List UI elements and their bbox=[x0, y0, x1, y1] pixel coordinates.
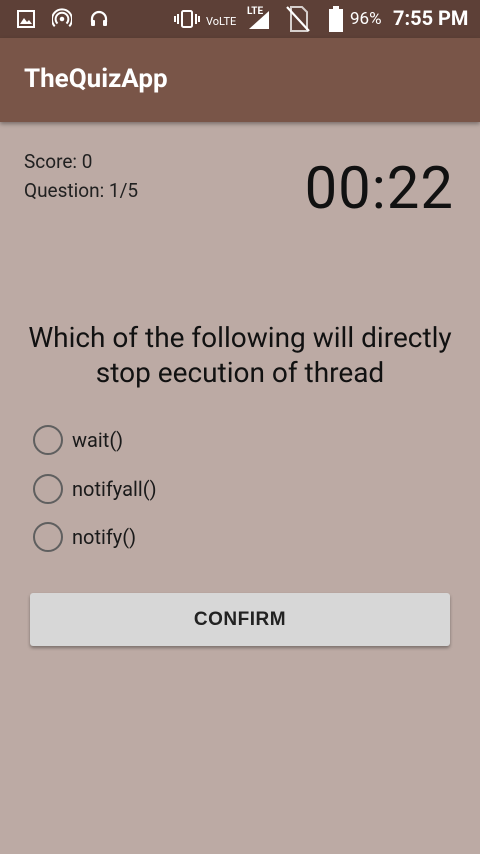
vibrate-icon bbox=[174, 9, 200, 29]
app-title: TheQuizApp bbox=[24, 64, 168, 94]
option-wait[interactable]: wait() bbox=[33, 425, 123, 455]
countdown-timer: 00:22 bbox=[304, 155, 454, 223]
hotspot-icon bbox=[52, 8, 72, 29]
app-bar: TheQuizApp bbox=[0, 38, 480, 122]
battery-icon bbox=[328, 6, 344, 32]
no-sim-icon bbox=[285, 5, 311, 33]
score-text: Score: 0 bbox=[24, 150, 93, 173]
option-label: notifyall() bbox=[72, 477, 157, 501]
question-text: Which of the following will directly sto… bbox=[28, 321, 452, 389]
clock: 7:55 PM bbox=[393, 6, 469, 30]
battery-percent: 96% bbox=[350, 9, 382, 29]
confirm-button[interactable]: CONFIRM bbox=[30, 593, 450, 646]
volte-label: VoLTE bbox=[206, 15, 237, 28]
headset-icon bbox=[89, 9, 109, 29]
lte-signal-icon bbox=[247, 10, 271, 30]
option-label: wait() bbox=[72, 428, 124, 452]
image-icon bbox=[16, 9, 36, 29]
option-notify[interactable]: notify() bbox=[33, 522, 136, 552]
radio-button[interactable] bbox=[33, 522, 63, 552]
radio-button[interactable] bbox=[33, 425, 63, 455]
radio-button[interactable] bbox=[33, 474, 63, 504]
question-counter: Question: 1/5 bbox=[24, 179, 139, 202]
option-label: notify() bbox=[72, 525, 137, 549]
status-bar: VoLTE LTE 96% 7:55 PM bbox=[0, 0, 480, 38]
option-notifyall[interactable]: notifyall() bbox=[33, 474, 157, 504]
